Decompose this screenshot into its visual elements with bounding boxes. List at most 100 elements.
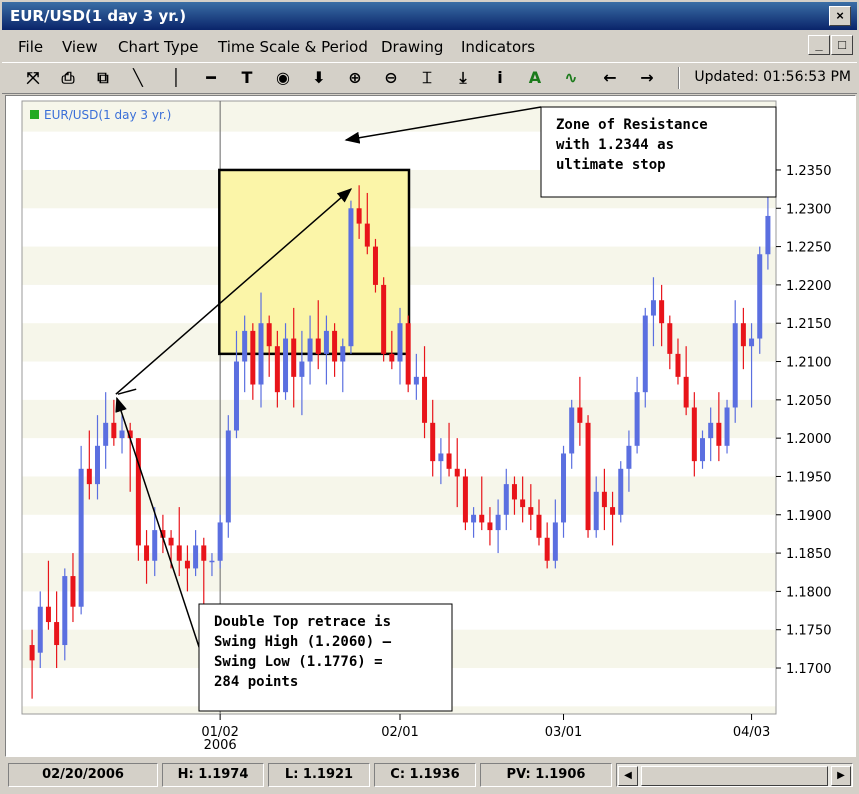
updated-time: Updated: 01:56:53 PM <box>694 69 851 85</box>
candle-body <box>258 323 264 385</box>
candle-body <box>405 323 411 385</box>
axis-icon[interactable]: ⤧ <box>22 67 44 89</box>
candle-body <box>585 422 591 531</box>
candle-body <box>37 606 43 653</box>
chart-panel: 1.1700 1.1750 1.1800 1.1850 1.1900 1.1950 1.20… <box>5 95 856 757</box>
candle-body <box>765 215 771 255</box>
x-tick-label: 03/01 <box>545 725 582 740</box>
menu-drawing[interactable]: Drawing <box>381 38 443 56</box>
y-tick-label: 1.2050 <box>786 394 832 409</box>
candle-body <box>168 537 174 546</box>
candle-body <box>691 407 697 462</box>
candle <box>225 415 231 538</box>
label-icon[interactable]: A <box>524 67 546 89</box>
candle <box>372 238 378 293</box>
candlestick-chart: 1.1700 1.1750 1.1800 1.1850 1.1900 1.1950 1.20… <box>21 100 832 753</box>
app-window: EUR/USD(1 day 3 yr.) × File View Chart T… <box>0 0 859 794</box>
double-top-note-text: Swing Low (1.1776) = <box>214 654 383 670</box>
minimize-icon[interactable]: _ <box>808 35 830 55</box>
candle-body <box>413 376 419 385</box>
vertical-line-icon[interactable]: │ <box>165 67 187 89</box>
double-top-note-text: 284 points <box>214 674 298 690</box>
resistance-note-text: ultimate stop <box>556 157 666 173</box>
zoom-out-icon[interactable]: ⊖ <box>380 67 402 89</box>
scroll-thumb[interactable] <box>641 766 828 786</box>
point-icon[interactable]: ◉ <box>272 67 294 89</box>
right-arrow-icon[interactable]: → <box>636 67 658 89</box>
candle-body <box>193 545 199 569</box>
legend-swatch <box>30 110 39 119</box>
candle-body <box>601 491 607 508</box>
candle-body <box>144 545 150 561</box>
menu-time-scale[interactable]: Time Scale & Period <box>218 38 368 56</box>
horizontal-scrollbar[interactable]: ◀ ▶ <box>616 763 853 787</box>
candle-body <box>716 422 722 446</box>
double-top-note-text: Swing High (1.2060) – <box>214 634 392 650</box>
candle-body <box>62 576 68 646</box>
candle-body <box>659 300 665 324</box>
menu-indicators[interactable]: Indicators <box>461 38 535 56</box>
candle-body <box>299 361 305 377</box>
menu-file[interactable]: File <box>18 38 43 56</box>
candle-body <box>544 537 550 561</box>
zoom-in-icon[interactable]: ⊕ <box>344 67 366 89</box>
y-tick-label: 1.1850 <box>786 547 832 562</box>
menu-bar: File View Chart Type Time Scale & Period… <box>2 33 857 59</box>
candle-body <box>471 514 477 523</box>
candle-body <box>315 338 321 354</box>
candle <box>405 315 411 393</box>
menu-view[interactable]: View <box>62 38 98 56</box>
x-tick-label: 02/01 <box>381 725 418 740</box>
legend-label: EUR/USD(1 day 3 yr.) <box>44 108 171 122</box>
status-close: C: 1.1936 <box>374 763 476 787</box>
candle <box>462 468 468 531</box>
scroll-right-icon[interactable]: ▶ <box>831 766 851 786</box>
candle-body <box>332 330 338 362</box>
text-icon[interactable]: T <box>236 67 258 89</box>
trend-line-icon[interactable]: ╲ <box>127 67 149 89</box>
maximize-icon[interactable]: □ <box>831 35 853 55</box>
down-arrow-icon[interactable]: ⬇ <box>308 67 330 89</box>
y-tick-label: 1.1950 <box>786 470 832 485</box>
candle-body <box>340 346 346 362</box>
menu-chart-type[interactable]: Chart Type <box>118 38 198 56</box>
candle <box>618 461 624 523</box>
candle-body <box>708 422 714 439</box>
resistance-note: Zone of Resistance with 1.2344 as ultimate… <box>540 106 777 198</box>
y-tick-label: 1.2100 <box>786 356 832 371</box>
status-low: L: 1.1921 <box>268 763 370 787</box>
candle-body <box>536 514 542 538</box>
candle <box>217 514 223 569</box>
download-icon[interactable]: ⤓ <box>452 67 474 89</box>
copy-icon[interactable]: ⧉ <box>92 67 114 89</box>
candle-body <box>307 338 313 362</box>
status-high: H: 1.1974 <box>162 763 264 787</box>
fit-icon[interactable]: ⌶ <box>416 67 438 89</box>
candle <box>78 445 84 615</box>
candle-body <box>54 622 60 646</box>
candle-body <box>503 484 509 515</box>
left-arrow-icon[interactable]: ← <box>599 67 621 89</box>
candle-body <box>291 338 297 377</box>
candle-body <box>119 430 125 439</box>
horizontal-line-icon[interactable]: ━ <box>200 67 222 89</box>
candle-body <box>479 514 485 523</box>
candle-body <box>364 223 370 247</box>
x-tick-sublabel: 2006 <box>204 738 237 753</box>
scroll-left-icon[interactable]: ◀ <box>618 766 638 786</box>
indicator-icon[interactable]: ∿ <box>560 67 582 89</box>
candle-body <box>642 315 648 393</box>
x-tick-label: 04/03 <box>733 725 770 740</box>
candle-body <box>111 422 117 439</box>
candle-body <box>184 560 190 569</box>
candle-body <box>78 468 84 607</box>
candle-body <box>740 323 746 347</box>
info-icon[interactable]: i <box>489 67 511 89</box>
candle-body <box>683 376 689 408</box>
title-bar: EUR/USD(1 day 3 yr.) × <box>2 2 857 30</box>
print-icon[interactable]: ⎙ <box>57 67 79 89</box>
candle-body <box>323 330 329 354</box>
close-icon[interactable]: × <box>829 6 851 26</box>
candle-body <box>749 338 755 347</box>
candle-body <box>700 438 706 462</box>
